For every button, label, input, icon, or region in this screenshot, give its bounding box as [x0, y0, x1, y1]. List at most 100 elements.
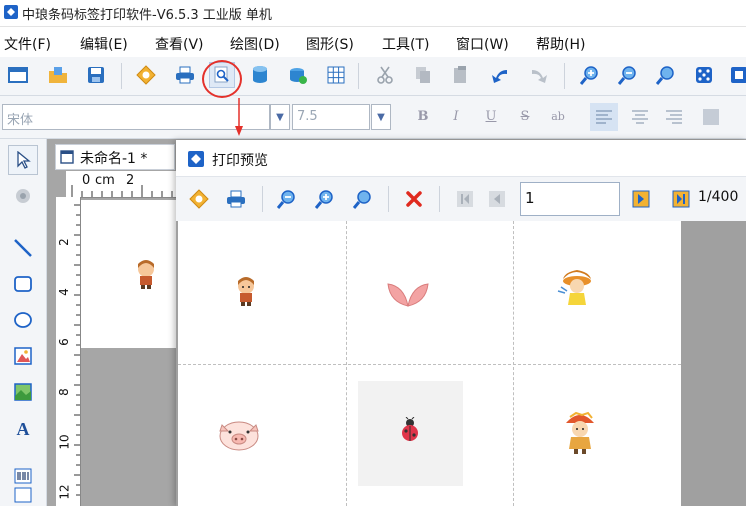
- preview-print-button[interactable]: [223, 186, 249, 212]
- fullscreen-button[interactable]: [691, 62, 717, 88]
- app-logo-icon: [188, 151, 204, 167]
- rounded-rectangle-icon: [14, 276, 32, 292]
- save-button[interactable]: [83, 62, 109, 88]
- menu-draw[interactable]: 绘图(D): [230, 34, 280, 54]
- toolbar-separator: [358, 63, 359, 89]
- save-icon: [88, 67, 104, 83]
- settings-icon: [136, 65, 156, 85]
- align-center-button[interactable]: [626, 103, 654, 131]
- girl-character-image: [238, 277, 254, 306]
- line-tool[interactable]: [8, 233, 38, 263]
- select-tool[interactable]: [8, 145, 38, 175]
- ruler-unit-label: cm: [95, 173, 115, 188]
- open-button[interactable]: [45, 62, 71, 88]
- rectangle-tool[interactable]: [8, 269, 38, 299]
- font-name-combo[interactable]: 宋体: [2, 104, 270, 130]
- new-icon: [8, 67, 28, 83]
- label-page[interactable]: [81, 200, 180, 348]
- preview-zoom-out-button[interactable]: [274, 186, 300, 212]
- page-number-input[interactable]: 1: [520, 182, 620, 216]
- preview-canvas: [176, 221, 746, 506]
- line-icon: [14, 239, 32, 257]
- toolbar-separator: [564, 63, 565, 89]
- fullscreen-icon: [696, 67, 712, 83]
- page-count-label: 1/400: [698, 189, 739, 205]
- first-page-icon: [457, 191, 473, 207]
- font-size-dropdown[interactable]: ▼: [371, 104, 391, 130]
- justify-button[interactable]: [697, 103, 725, 131]
- grid-button[interactable]: [323, 62, 349, 88]
- paste-button[interactable]: [448, 62, 474, 88]
- italic-button[interactable]: I: [444, 104, 468, 130]
- text-tool[interactable]: A: [8, 414, 38, 444]
- bold-button[interactable]: B: [411, 104, 435, 130]
- menu-edit[interactable]: 编辑(E): [80, 34, 128, 54]
- new-button[interactable]: [5, 62, 31, 88]
- menu-file[interactable]: 文件(F): [4, 34, 51, 54]
- first-page-button[interactable]: [452, 186, 478, 212]
- undo-button[interactable]: [487, 62, 513, 88]
- annotation-arrow-icon: [235, 98, 243, 136]
- ellipse-icon: [14, 312, 32, 328]
- data-source-button[interactable]: [285, 62, 311, 88]
- open-icon: [49, 67, 67, 83]
- font-name-dropdown[interactable]: ▼: [270, 104, 290, 130]
- copy-button[interactable]: [410, 62, 436, 88]
- app-logo-icon: [4, 5, 18, 19]
- zoom-out-button[interactable]: [615, 62, 641, 88]
- letter-spacing-icon[interactable]: ab: [546, 104, 570, 130]
- document-tab[interactable]: 未命名-1 *: [55, 144, 175, 170]
- menu-view[interactable]: 查看(V): [155, 34, 204, 54]
- paste-icon: [454, 66, 466, 83]
- pan-tool[interactable]: [8, 181, 38, 211]
- landscape-icon: [14, 383, 32, 401]
- menu-window[interactable]: 窗口(W): [456, 34, 509, 54]
- preview-zoom-fit-button[interactable]: [350, 186, 376, 212]
- more-button[interactable]: [728, 62, 746, 88]
- ruler-label: 8: [56, 388, 71, 396]
- underline-button[interactable]: U: [479, 104, 503, 130]
- image-tool[interactable]: [8, 341, 38, 371]
- chevron-down-icon: ▼: [276, 111, 284, 123]
- font-size-combo[interactable]: 7.5: [292, 104, 370, 130]
- redo-icon: [532, 70, 547, 83]
- menu-help[interactable]: 帮助(H): [536, 34, 585, 54]
- ruler-label-two: 2: [126, 173, 135, 188]
- background-image-tool[interactable]: [8, 377, 38, 407]
- more-tool[interactable]: [8, 485, 38, 505]
- zoom-fit-button[interactable]: [653, 62, 679, 88]
- ladybug-image-frame: [358, 381, 463, 486]
- preview-settings-button[interactable]: [186, 186, 212, 212]
- redo-button[interactable]: [526, 62, 552, 88]
- picture-icon: [14, 347, 32, 365]
- hat-character-image: [566, 411, 594, 454]
- next-page-icon: [632, 190, 650, 208]
- main-toolbar: [0, 57, 746, 96]
- table-icon: [14, 487, 32, 503]
- menu-shape[interactable]: 图形(S): [306, 34, 354, 54]
- prev-page-button[interactable]: [484, 186, 510, 212]
- cut-button[interactable]: [372, 62, 398, 88]
- settings-button[interactable]: [133, 62, 159, 88]
- zoom-fit-icon: [656, 66, 674, 85]
- align-left-button[interactable]: [590, 103, 618, 131]
- pink-leaves-image: [387, 283, 429, 307]
- menu-tools[interactable]: 工具(T): [382, 34, 429, 54]
- preview-close-button[interactable]: [401, 186, 427, 212]
- pig-face-image: [219, 421, 259, 451]
- toolbar-separator: [262, 186, 263, 212]
- justify-icon: [703, 109, 719, 125]
- copy-icon: [416, 67, 430, 83]
- menu-bar: 文件(F) 编辑(E) 查看(V) 绘图(D) 图形(S) 工具(T) 窗口(W…: [0, 26, 746, 57]
- close-icon: [406, 191, 422, 207]
- next-page-button[interactable]: [628, 186, 654, 212]
- database-button[interactable]: [247, 62, 273, 88]
- toolbar-separator: [121, 63, 122, 89]
- preview-zoom-in-button[interactable]: [312, 186, 338, 212]
- print-button[interactable]: [172, 62, 198, 88]
- zoom-in-button[interactable]: [577, 62, 603, 88]
- ellipse-tool[interactable]: [8, 305, 38, 335]
- align-right-button[interactable]: [660, 103, 688, 131]
- strikethrough-button[interactable]: S: [513, 104, 537, 130]
- last-page-button[interactable]: [668, 186, 694, 212]
